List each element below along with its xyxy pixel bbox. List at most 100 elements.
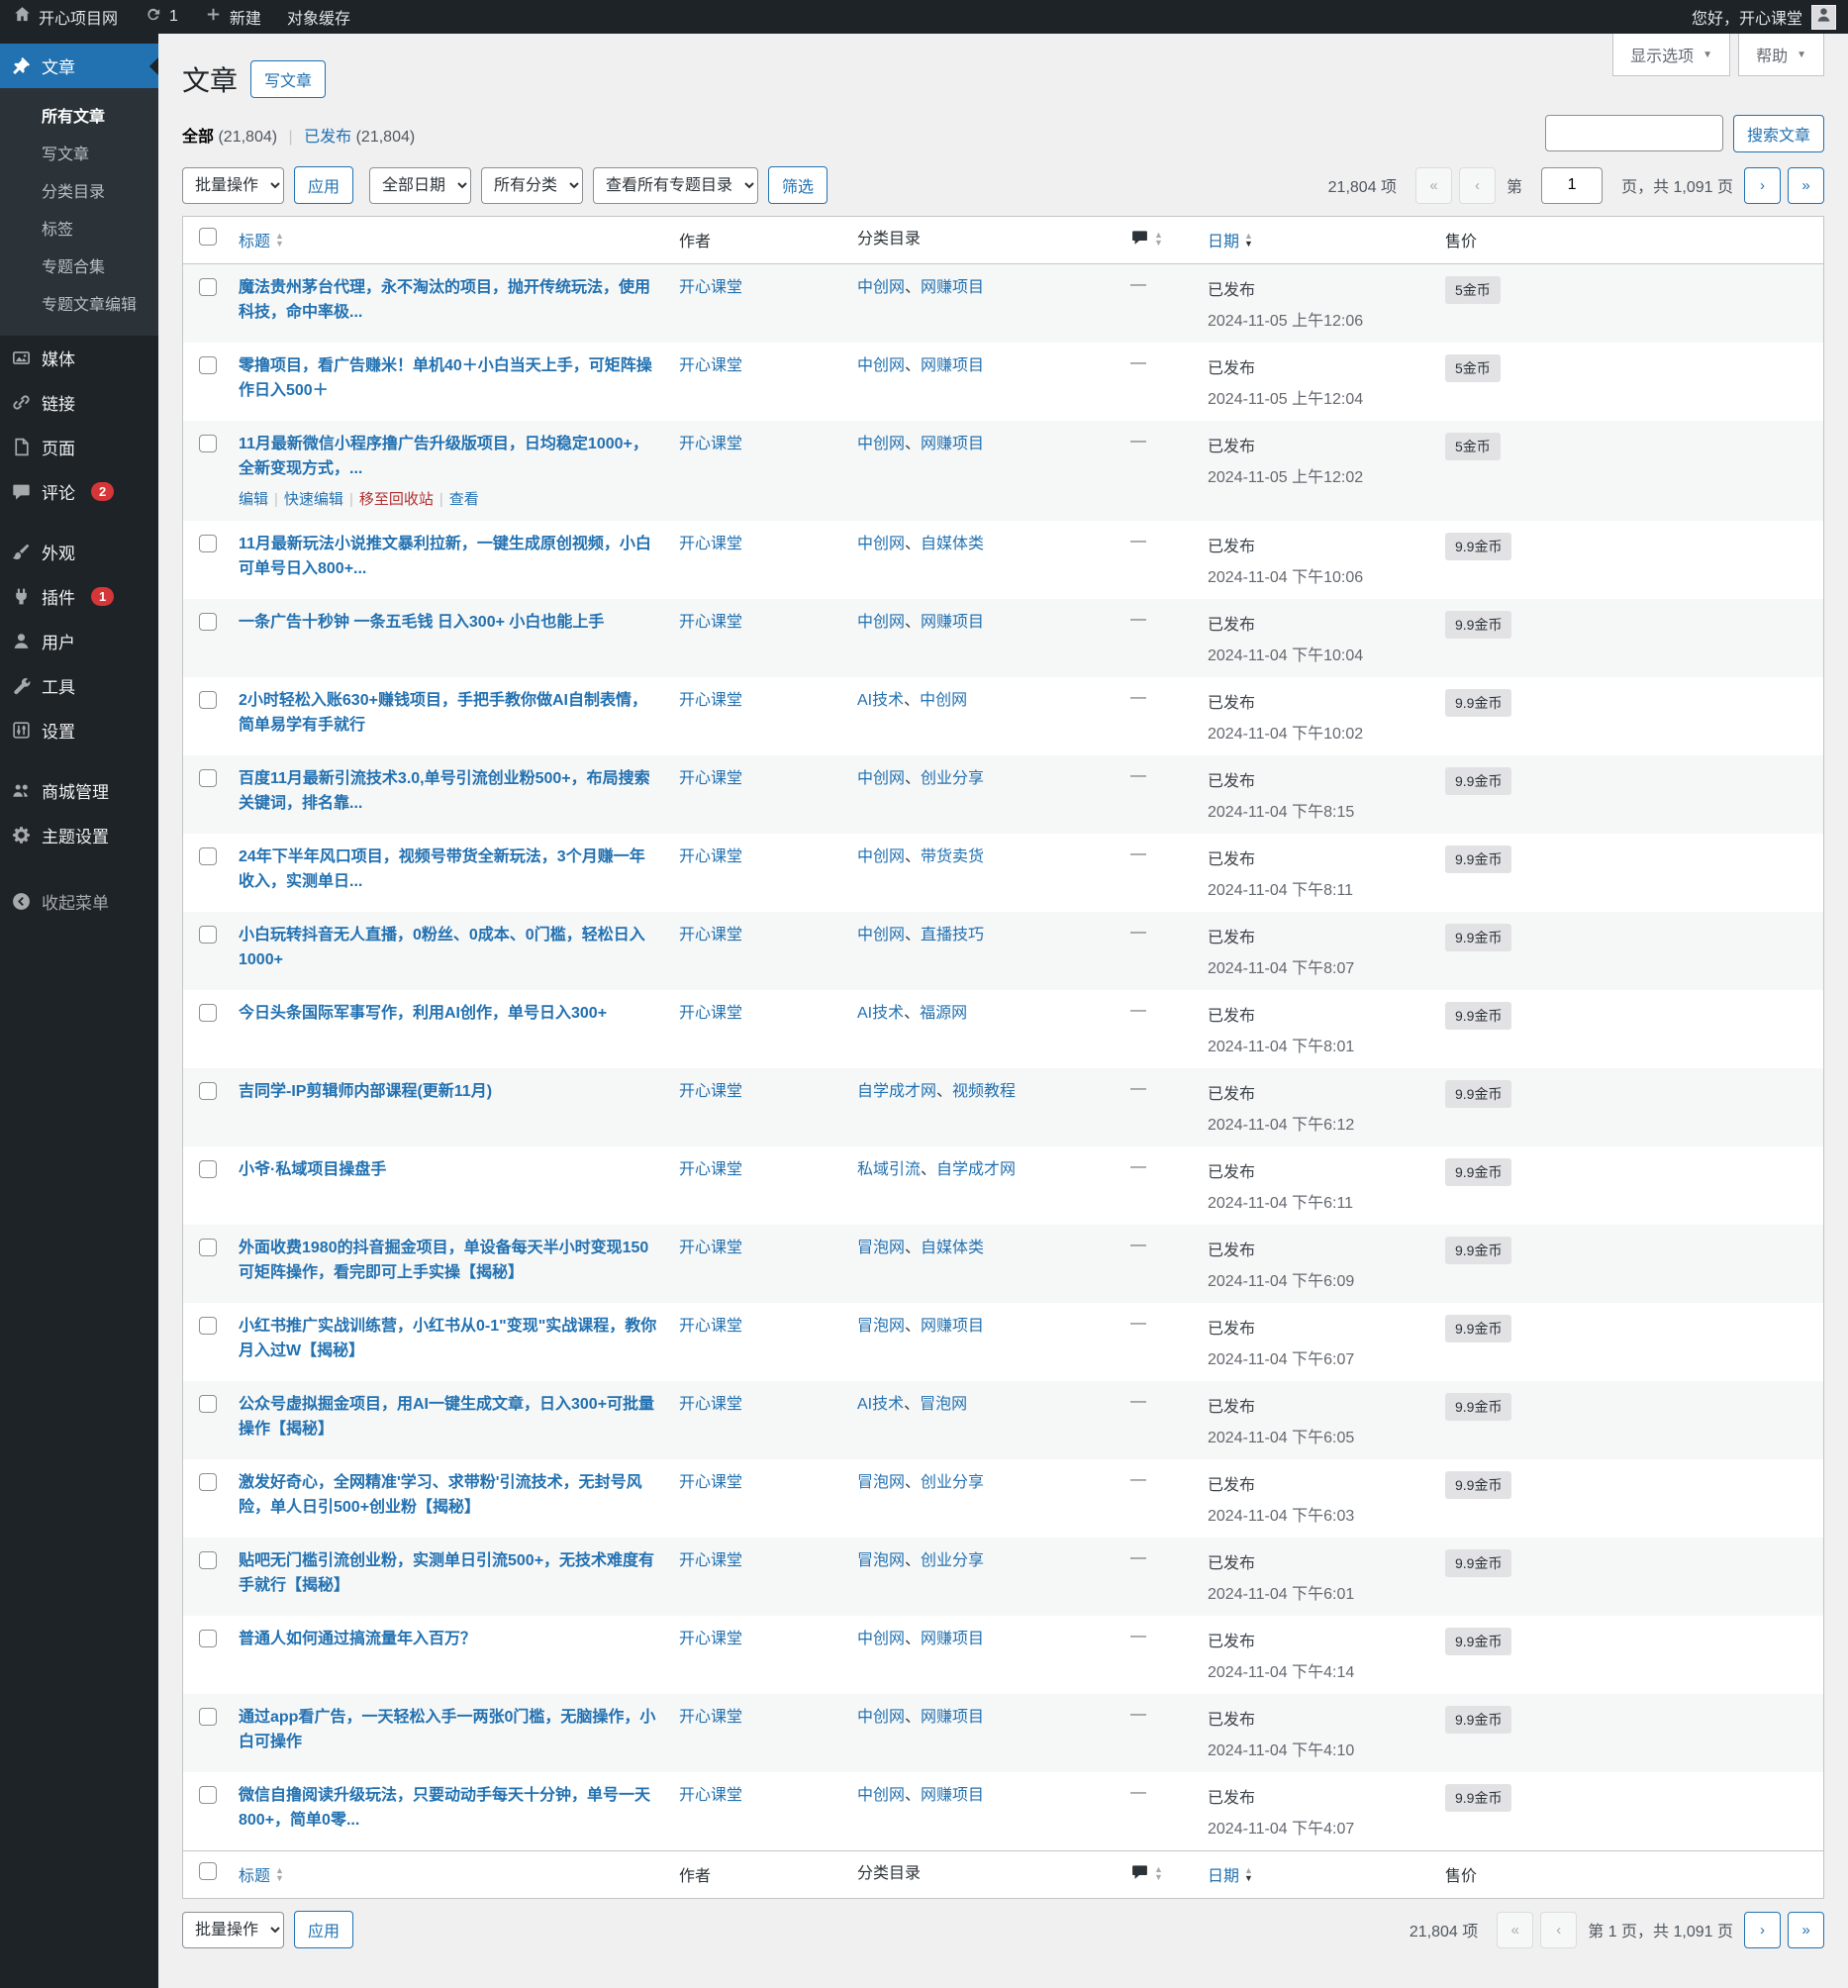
bulk-actions-select[interactable]: 批量操作 (182, 166, 284, 204)
sidebar-item-pages[interactable]: 页面 (0, 425, 158, 469)
author-link[interactable]: 开心课堂 (679, 1631, 742, 1647)
sidebar-item-plugins[interactable]: 插件 1 (0, 574, 158, 619)
author-link[interactable]: 开心课堂 (679, 1552, 742, 1569)
row-checkbox[interactable] (199, 277, 217, 296)
bulk-actions-select[interactable]: 批量操作 (182, 1911, 284, 1948)
author-link[interactable]: 开心课堂 (679, 614, 742, 631)
author-link[interactable]: 开心课堂 (679, 1396, 742, 1413)
author-link[interactable]: 开心课堂 (679, 1161, 742, 1178)
sidebar-item-posts[interactable]: 文章 (0, 44, 158, 88)
admin-bar-account[interactable]: 您好，开心课堂 (1692, 5, 1802, 29)
category-link[interactable]: 冒泡网 (857, 1240, 905, 1256)
post-title-link[interactable]: 贴吧无门槛引流创业粉，实测单日引流500+，无技术难度有手就行【揭秘】 (239, 1549, 659, 1599)
sidebar-subitem-posts[interactable]: 专题合集 (0, 247, 158, 284)
add-new-post-button[interactable]: 写文章 (250, 60, 327, 98)
category-link[interactable]: 自媒体类 (921, 536, 984, 552)
category-link[interactable]: 自媒体类 (921, 1240, 984, 1256)
topic-filter-select[interactable]: 查看所有专题目录 (593, 166, 759, 204)
post-title-link[interactable]: 一条广告十秒钟 一条五毛钱 日入300+ 小白也能上手 (239, 611, 659, 636)
row-checkbox[interactable] (199, 355, 217, 374)
category-link[interactable]: 福源网 (920, 1005, 967, 1022)
post-title-link[interactable]: 魔法贵州茅台代理，永不淘汰的项目，抛开传统玩法，使用科技，命中率极... (239, 276, 659, 326)
category-link[interactable]: 自学成才网 (936, 1161, 1016, 1178)
help-button[interactable]: 帮助 ▼ (1738, 34, 1824, 76)
edit-link[interactable]: 编辑 (239, 491, 268, 508)
select-all-checkbox[interactable] (199, 1862, 217, 1881)
row-checkbox[interactable] (199, 1395, 217, 1414)
sort-by-date[interactable]: 日期 ▲ ▼ (1208, 1862, 1253, 1886)
avatar[interactable] (1811, 4, 1836, 30)
row-checkbox[interactable] (199, 613, 217, 632)
admin-bar-site-link[interactable]: 开心项目网 (0, 0, 131, 34)
category-link[interactable]: 中创网 (857, 927, 905, 944)
category-link[interactable]: 网赚项目 (921, 1709, 984, 1726)
author-link[interactable]: 开心课堂 (679, 1083, 742, 1100)
sidebar-subitem-current[interactable]: 所有文章 (0, 96, 158, 134)
author-link[interactable]: 开心课堂 (679, 692, 742, 709)
row-checkbox[interactable] (199, 691, 217, 710)
last-page-button[interactable]: » (1788, 166, 1824, 204)
row-checkbox[interactable] (199, 535, 217, 553)
quick-edit-link[interactable]: 快速编辑 (284, 491, 343, 508)
post-title-link[interactable]: 激发好奇心，全网精准'学习、求带粉'引流技术，无封号风险，单人日引500+创业粉… (239, 1471, 659, 1521)
view-all-link[interactable]: 全部 (182, 129, 214, 146)
author-link[interactable]: 开心课堂 (679, 927, 742, 944)
sidebar-item-media[interactable]: 媒体 (0, 336, 158, 380)
row-checkbox[interactable] (199, 1004, 217, 1023)
category-link[interactable]: 中创网 (920, 692, 967, 709)
last-page-button[interactable]: » (1788, 1911, 1824, 1948)
row-checkbox[interactable] (199, 434, 217, 452)
post-title-link[interactable]: 11月最新玩法小说推文暴利拉新，一键生成原创视频，小白可单号日入800+... (239, 533, 659, 582)
post-title-link[interactable]: 2小时轻松入账630+赚钱项目，手把手教你做AI自制表情，简单易学有手就行 (239, 689, 659, 739)
sort-by-date[interactable]: 日期 ▲ ▼ (1208, 228, 1253, 251)
category-link[interactable]: 中创网 (857, 1709, 905, 1726)
row-checkbox[interactable] (199, 1082, 217, 1101)
author-link[interactable]: 开心课堂 (679, 536, 742, 552)
post-title-link[interactable]: 通过app看广告，一天轻松入手一两张0门槛，无脑操作，小白可操作 (239, 1706, 659, 1755)
view-published-link[interactable]: 已发布 (304, 129, 351, 146)
author-link[interactable]: 开心课堂 (679, 1787, 742, 1804)
author-link[interactable]: 开心课堂 (679, 1318, 742, 1335)
sort-by-comments[interactable]: ▲ ▼ (1130, 1862, 1163, 1883)
category-link[interactable]: AI技术 (857, 1005, 904, 1022)
category-link[interactable]: AI技术 (857, 692, 904, 709)
sidebar-subitem-posts[interactable]: 分类目录 (0, 171, 158, 209)
category-link[interactable]: 中创网 (857, 436, 905, 452)
sort-by-comments[interactable]: ▲ ▼ (1130, 228, 1163, 248)
category-link[interactable]: 网赚项目 (921, 1787, 984, 1804)
author-link[interactable]: 开心课堂 (679, 848, 742, 865)
row-checkbox[interactable] (199, 1473, 217, 1492)
category-link[interactable]: 带货卖货 (921, 848, 984, 865)
trash-link[interactable]: 移至回收站 (359, 491, 434, 508)
category-link[interactable]: 网赚项目 (921, 614, 984, 631)
category-link[interactable]: AI技术 (857, 1396, 904, 1413)
row-checkbox[interactable] (199, 926, 217, 944)
category-link[interactable]: 创业分享 (921, 770, 984, 787)
sidebar-item-theme[interactable]: 主题设置 (0, 813, 158, 857)
date-filter-select[interactable]: 全部日期 (369, 166, 472, 204)
category-link[interactable]: 视频教程 (952, 1083, 1016, 1100)
category-link[interactable]: 冒泡网 (857, 1318, 905, 1335)
category-link[interactable]: 网赚项目 (921, 1631, 984, 1647)
search-posts-button[interactable]: 搜索文章 (1732, 115, 1824, 152)
category-link[interactable]: 私域引流 (857, 1161, 921, 1178)
post-title-link[interactable]: 今日头条国际军事写作，利用AI创作，单号日入300+ (239, 1002, 659, 1027)
sidebar-item-link[interactable]: 链接 (0, 380, 158, 425)
admin-bar-object-cache[interactable]: 对象缓存 (274, 0, 363, 34)
sidebar-item-appearance[interactable]: 外观 (0, 530, 158, 574)
author-link[interactable]: 开心课堂 (679, 1240, 742, 1256)
post-title-link[interactable]: 公众号虚拟掘金项目，用AI一键生成文章，日入300+可批量操作【揭秘】 (239, 1393, 659, 1442)
post-title-link[interactable]: 外面收费1980的抖音掘金项目，单设备每天半小时变现150可矩阵操作，看完即可上… (239, 1237, 659, 1286)
sidebar-subitem-posts[interactable]: 写文章 (0, 134, 158, 171)
post-title-link[interactable]: 百度11月最新引流技术3.0,单号引流创业粉500+，布局搜索关键词，排名靠..… (239, 767, 659, 817)
search-input[interactable] (1544, 115, 1723, 151)
row-checkbox[interactable] (199, 1708, 217, 1727)
author-link[interactable]: 开心课堂 (679, 357, 742, 374)
post-title-link[interactable]: 普通人如何通过搞流量年入百万？ (239, 1628, 659, 1652)
category-link[interactable]: 中创网 (857, 1787, 905, 1804)
post-title-link[interactable]: 小红书推广实战训练营，小红书从0-1"变现"实战课程，教你月入过W【揭秘】 (239, 1315, 659, 1364)
post-title-link[interactable]: 小白玩转抖音无人直播，0粉丝、0成本、0门槛，轻松日入1000+ (239, 924, 659, 973)
category-link[interactable]: 冒泡网 (920, 1396, 967, 1413)
sidebar-subitem-posts[interactable]: 标签 (0, 209, 158, 247)
post-title-link[interactable]: 零撸项目，看广告赚米！单机40＋小白当天上手，可矩阵操作日入500＋ (239, 354, 659, 404)
